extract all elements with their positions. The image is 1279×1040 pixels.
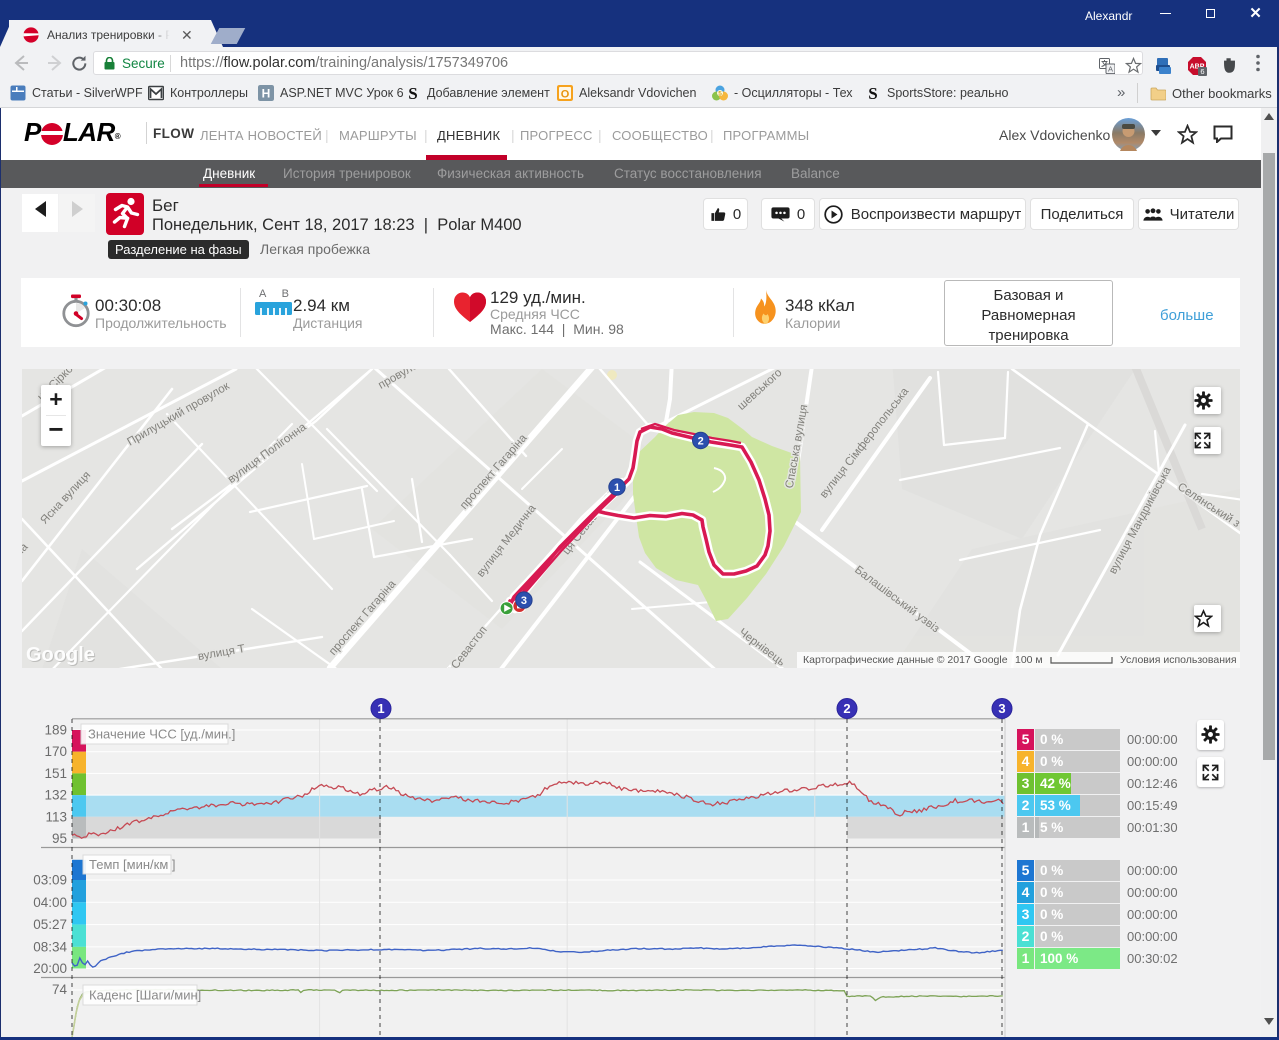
- svg-text:2: 2: [698, 436, 704, 448]
- svg-text:Каденс [Шаги/мин]: Каденс [Шаги/мин]: [89, 988, 201, 1003]
- svg-text:03:09: 03:09: [33, 873, 67, 888]
- svg-text:O: O: [561, 89, 570, 101]
- svg-text:3: 3: [521, 595, 527, 607]
- svg-text:1: 1: [377, 701, 384, 716]
- svg-text:Картографические данные © 2017: Картографические данные © 2017 Google: [803, 654, 1008, 666]
- svg-text:2: 2: [843, 701, 850, 716]
- svg-text:A: A: [1108, 65, 1113, 74]
- svg-text:74: 74: [52, 982, 68, 997]
- svg-text:95: 95: [52, 831, 67, 846]
- svg-text:132: 132: [44, 788, 67, 803]
- svg-text:Условия использования: Условия использования: [1120, 654, 1237, 666]
- svg-text:6: 6: [1200, 67, 1204, 76]
- svg-text:05:27: 05:27: [33, 917, 67, 932]
- svg-text:S: S: [868, 85, 877, 101]
- svg-text:H: H: [262, 87, 271, 101]
- svg-text:08:34: 08:34: [33, 939, 67, 954]
- svg-text:04:00: 04:00: [33, 895, 67, 910]
- svg-text:1: 1: [614, 482, 620, 494]
- svg-text:100 м: 100 м: [1015, 654, 1043, 666]
- svg-text:Google: Google: [26, 644, 95, 666]
- svg-text:151: 151: [44, 766, 67, 781]
- svg-text:20:00: 20:00: [33, 961, 67, 976]
- svg-text:3: 3: [998, 701, 1005, 716]
- svg-text:S: S: [408, 85, 417, 101]
- svg-text:170: 170: [44, 744, 67, 759]
- svg-text:189: 189: [44, 723, 67, 738]
- svg-text:Темп [мин/км ]: Темп [мин/км ]: [89, 857, 175, 872]
- svg-text:5: 5: [718, 91, 722, 98]
- svg-text:113: 113: [45, 809, 67, 824]
- svg-text:Значение ЧСС [уд./мин.]: Значение ЧСС [уд./мин.]: [88, 727, 235, 742]
